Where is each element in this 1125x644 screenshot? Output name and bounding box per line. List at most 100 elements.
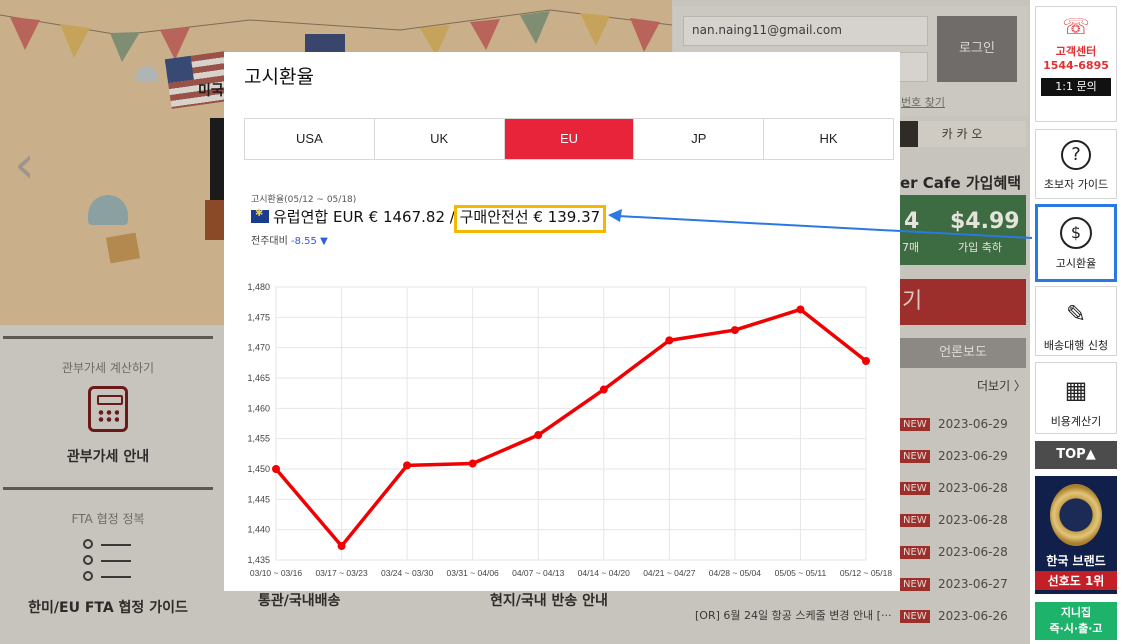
exchange-icon: $ — [1060, 217, 1092, 249]
news-date: 2023-06-28 — [938, 513, 1008, 527]
x-tick-label: 04/07 ~ 04/13 — [512, 568, 565, 578]
news-date: 2023-06-27 — [938, 577, 1008, 591]
tile-title: 관부가세 안내 — [66, 449, 150, 465]
quick-sidebar: ☏ 고객센터 1544-6895 1:1 문의 ? 초보자 가이드 $ 고시환율… — [1030, 0, 1125, 644]
eu-flag-icon — [251, 208, 269, 223]
down-arrow-icon: ▼ — [320, 236, 328, 247]
banner-headline-graphic-2 — [205, 200, 225, 240]
news-date: 2023-06-29 — [938, 449, 1008, 463]
email-field[interactable]: nan.naing11@gmail.com — [683, 16, 928, 46]
exchange-rate-modal: 고시환율 USA UK EU JP HK 고시환율(05/12 ~ 05/18)… — [224, 52, 900, 591]
tile-fta-guide[interactable]: FTA 협정 정복 한미/EU FTA 협정 가이드 — [3, 487, 213, 644]
list-item[interactable]: NEW 2023-06-26 — [900, 609, 1026, 624]
x-tick-label: 03/24 ~ 03/30 — [381, 568, 434, 578]
list-item[interactable]: NEW 2023-06-28 — [900, 481, 1026, 496]
banner-prev-icon[interactable]: ‹ — [14, 139, 44, 191]
kakao-icon — [898, 121, 918, 147]
x-tick-label: 03/31 ~ 04/06 — [447, 568, 500, 578]
x-tick-label: 04/21 ~ 04/27 — [643, 568, 696, 578]
bottom-label[interactable]: 통관/국내배송 — [258, 590, 340, 610]
quick-release-banner[interactable]: 지니집 즉·시·출·고 — [1035, 602, 1117, 640]
tab-jp[interactable]: JP — [634, 119, 765, 159]
data-point — [534, 431, 543, 440]
weekly-change: 전주대비 -8.55 ▼ — [251, 232, 328, 247]
week-label: 전주대비 — [251, 236, 288, 247]
new-badge: NEW — [900, 418, 930, 431]
cs-phone: 1544-6895 — [1043, 59, 1109, 72]
calculator-icon — [88, 386, 128, 432]
kakao-label: 카 카 오 — [941, 127, 983, 141]
list-item[interactable]: NEW 2023-06-28 — [900, 545, 1026, 560]
list-item[interactable]: NEW 2023-06-27 — [900, 577, 1026, 592]
list-item[interactable]: NEW 2023-06-28 — [900, 513, 1026, 528]
checklist-icon — [83, 537, 133, 583]
cs-label: 고객센터 — [1055, 45, 1097, 58]
data-point — [599, 385, 608, 394]
sidebar-item-shipping-request[interactable]: ✎ 배송대행 신청 — [1035, 286, 1117, 356]
calculator-icon: ▦ — [1064, 376, 1088, 404]
brand-line-1: 한국 브랜드 — [1046, 554, 1106, 568]
quick-line-2: 즉·시·출·고 — [1049, 622, 1103, 635]
parcel-graphic — [105, 232, 141, 264]
list-item[interactable]: NEW 2023-06-29 — [900, 417, 1026, 432]
bottom-label[interactable]: 현지/국내 반송 안내 — [490, 590, 608, 610]
sidebar-item-beginner-guide[interactable]: ? 초보자 가이드 — [1035, 129, 1117, 199]
sidebar-item-label: 고시환율 — [1055, 257, 1097, 270]
data-point — [272, 465, 280, 473]
y-tick-label: 1,460 — [247, 403, 270, 413]
modal-title: 고시환율 — [244, 66, 314, 88]
news-date: 2023-06-26 — [938, 609, 1008, 623]
top-button[interactable]: TOP▲ — [1035, 441, 1117, 469]
medal-icon — [1050, 484, 1102, 546]
x-tick-label: 04/14 ~ 04/20 — [578, 568, 631, 578]
data-point — [862, 357, 870, 366]
tile-title: 한미/EU FTA 협정 가이드 — [28, 600, 188, 616]
quick-line-1: 지니집 — [1060, 606, 1092, 619]
customer-center[interactable]: ☏ 고객센터 1544-6895 1:1 문의 — [1035, 6, 1117, 122]
y-tick-label: 1,445 — [247, 494, 270, 504]
sidebar-item-label: 배송대행 신청 — [1043, 339, 1109, 352]
tile-duty-guide[interactable]: 관부가세 계산하기 관부가세 안내 — [3, 336, 213, 481]
tab-usa[interactable]: USA — [245, 119, 375, 159]
new-badge: NEW — [900, 450, 930, 463]
data-point — [468, 459, 477, 468]
x-tick-label: 05/05 ~ 05/11 — [775, 568, 827, 578]
news-title[interactable]: [OR] 6월 24일 항공 스케줄 변경 안내 [··· — [695, 607, 891, 623]
y-tick-label: 1,475 — [247, 312, 270, 322]
currency-tabs: USA UK EU JP HK — [244, 118, 894, 160]
new-badge: NEW — [900, 482, 930, 495]
banner-text: 미국 — [198, 83, 224, 99]
x-tick-label: 03/10 ~ 03/16 — [250, 568, 303, 578]
week-value: -8.55 — [291, 236, 317, 247]
one-to-one-button[interactable]: 1:1 문의 — [1041, 78, 1111, 96]
data-point — [665, 336, 674, 345]
tab-uk[interactable]: UK — [375, 119, 505, 159]
sidebar-item-cost-calculator[interactable]: ▦ 비용계산기 — [1035, 362, 1117, 434]
tile-sub: FTA 협정 정복 — [71, 512, 145, 526]
annotation-arrow — [608, 209, 1033, 239]
find-password-link[interactable]: 번호 찾기 — [901, 94, 945, 110]
sidebar-item-label: 초보자 가이드 — [1043, 178, 1109, 191]
red-action-bar[interactable]: 기 — [900, 279, 1026, 325]
login-button[interactable]: 로그인 — [937, 16, 1017, 82]
phone-icon: ☏ — [1062, 15, 1090, 40]
more-link[interactable]: 더보기 〉 — [977, 377, 1026, 394]
y-tick-label: 1,470 — [247, 343, 270, 353]
brand-line-2: 선호도 1위 — [1035, 571, 1117, 590]
y-tick-label: 1,450 — [247, 464, 270, 474]
parachute-graphic — [88, 195, 128, 225]
new-badge: NEW — [900, 578, 930, 591]
brand-award-banner[interactable]: 한국 브랜드 선호도 1위 — [1035, 476, 1117, 594]
sidebar-item-exchange-rate[interactable]: $ 고시환율 — [1035, 204, 1117, 282]
rate-period: 고시환율(05/12 ~ 05/18) — [251, 195, 357, 205]
tab-eu[interactable]: EU — [504, 119, 635, 159]
news-date: 2023-06-28 — [938, 481, 1008, 495]
y-tick-label: 1,465 — [247, 373, 270, 383]
kakao-login-button[interactable]: 카 카 오 — [898, 121, 1026, 147]
rate-value: € 1467.82 — [368, 207, 445, 226]
data-point — [403, 461, 412, 470]
tab-hk[interactable]: HK — [764, 119, 893, 159]
tab-press[interactable]: 언론보도 — [900, 338, 1026, 368]
list-item[interactable]: NEW 2023-06-29 — [900, 449, 1026, 464]
y-tick-label: 1,480 — [247, 282, 270, 292]
